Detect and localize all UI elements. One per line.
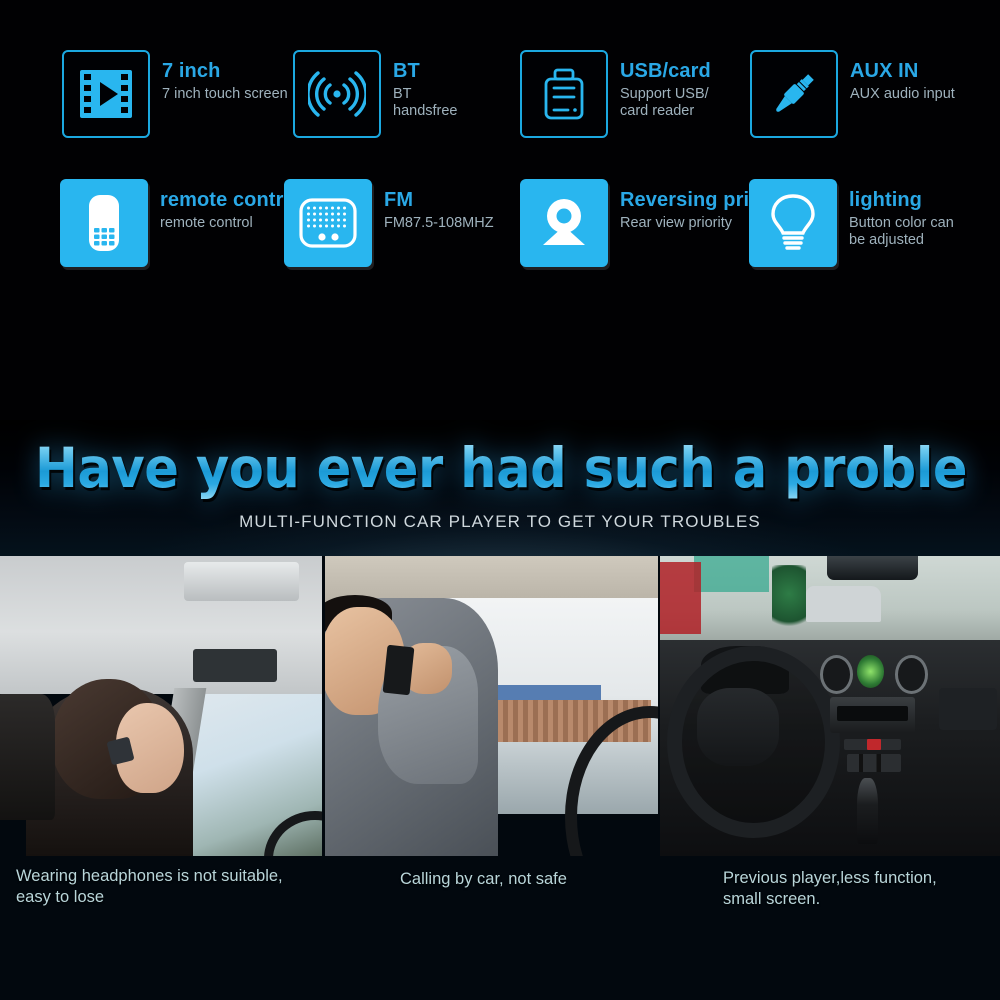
scene-art [325, 556, 658, 856]
photo-caption-1: Wearing headphones is not suitable, easy… [16, 867, 283, 906]
problem-photo-strip: Wearing headphones is not suitable, easy… [0, 556, 1000, 1000]
aux-jack-icon [750, 50, 838, 138]
feature-subtitle: BT handsfree [393, 85, 458, 120]
feature-title: USB/card [620, 60, 711, 82]
product-feature-page: 7 inch 7 inch touch screen BT BT handsfr… [0, 0, 1000, 1000]
feature-subtitle: FM87.5-108MHZ [384, 214, 494, 231]
feature-subtitle: remote control [160, 214, 253, 231]
feature-subtitle: AUX audio input [850, 85, 955, 102]
feature-title: lighting [849, 189, 922, 211]
hero-section: Have you ever had such a problem? MULTI-… [0, 420, 1000, 556]
feature-grid-section: 7 inch 7 inch touch screen BT BT handsfr… [0, 0, 1000, 420]
remote-control-icon [60, 179, 148, 267]
feature-item-remote-control[interactable]: remote control remote control [60, 179, 301, 267]
scene-art [660, 556, 1000, 856]
feature-title: FM [384, 189, 414, 211]
usb-card-reader-icon [520, 50, 608, 138]
photo-old-car-dashboard-with-small-screen [660, 556, 1000, 856]
page-subtitle: MULTI-FUNCTION CAR PLAYER TO GET YOUR TR… [239, 512, 761, 531]
feature-title: remote control [160, 189, 302, 211]
feature-item-7inch[interactable]: 7 inch 7 inch touch screen [62, 50, 288, 138]
page-title: Have you ever had such a problem? [35, 436, 1000, 500]
feature-text: FM FM87.5-108MHZ [384, 179, 494, 232]
scene-art [0, 556, 322, 856]
photo-woman-wearing-bluetooth-headset-in-car [0, 556, 322, 856]
feature-subtitle: Button color can be adjusted [849, 214, 954, 249]
feature-item-lighting[interactable]: lighting Button color can be adjusted [749, 179, 954, 267]
feature-text: BT BT handsfree [393, 50, 458, 121]
feature-text: remote control remote control [160, 179, 301, 232]
feature-text: 7 inch 7 inch touch screen [162, 50, 288, 103]
feature-item-fm[interactable]: FM FM87.5-108MHZ [284, 179, 494, 267]
feature-item-usb-card[interactable]: USB/card Support USB/ card reader [520, 50, 711, 138]
feature-text: USB/card Support USB/ card reader [620, 50, 711, 121]
fm-radio-icon [284, 179, 372, 267]
film-play-icon [62, 50, 150, 138]
photo-caption-2: Calling by car, not safe [400, 870, 567, 888]
feature-subtitle: Support USB/ card reader [620, 85, 709, 120]
feature-item-aux-in[interactable]: AUX IN AUX audio input [750, 50, 955, 138]
feature-title: BT [393, 60, 420, 82]
lightbulb-icon [749, 179, 837, 267]
bluetooth-wave-icon [293, 50, 381, 138]
feature-text: AUX IN AUX audio input [850, 50, 955, 103]
feature-item-bt[interactable]: BT BT handsfree [293, 50, 458, 138]
feature-title: 7 inch [162, 60, 221, 82]
feature-subtitle: 7 inch touch screen [162, 85, 288, 102]
rear-camera-icon [520, 179, 608, 267]
feature-title: AUX IN [850, 60, 919, 82]
feature-text: lighting Button color can be adjusted [849, 179, 954, 250]
photo-man-calling-on-phone-while-driving [325, 556, 658, 856]
photo-caption-3: Previous player,less function, small scr… [723, 869, 937, 908]
